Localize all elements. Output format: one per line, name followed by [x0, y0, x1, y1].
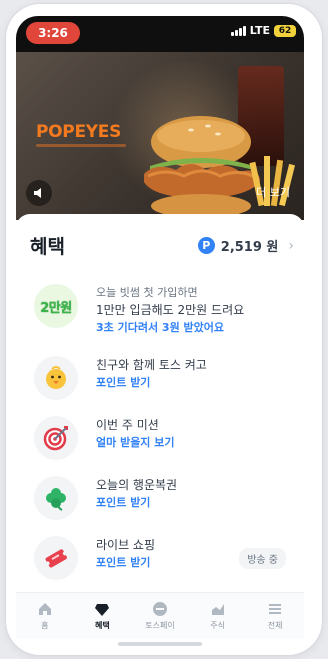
benefit-item-friends[interactable]: 친구와 함께 토스 켜고 포인트 받기 — [30, 350, 294, 406]
benefit-title: 이번 주 미션 — [96, 418, 159, 432]
benefit-subtitle: 3초 기다려서 3원 받았어요 — [96, 321, 224, 334]
clover-icon — [34, 476, 78, 520]
chicken-burger-image — [144, 116, 260, 218]
tab-label: 홈 — [41, 621, 49, 630]
brand-logo: POPEYES — [36, 122, 122, 142]
benefit-title: 오늘 빗썸 첫 가입하면 — [96, 286, 198, 299]
benefit-text: 오늘의 행운복권 포인트 받기 — [96, 476, 177, 512]
status-indicators: LTE 62 — [230, 24, 296, 37]
live-status-badge: 방송 중 — [239, 548, 286, 569]
chart-icon — [211, 604, 224, 615]
ticket-icon — [34, 536, 78, 580]
pay-icon — [152, 602, 167, 616]
section-title: 혜택 — [30, 236, 65, 258]
points-label: 2,519 원 — [220, 240, 279, 255]
brand-tagline-bar — [36, 144, 126, 147]
cash-2man-badge: 2만원 — [34, 284, 78, 328]
gem-icon — [95, 604, 110, 616]
benefit-title: 오늘의 행운복권 — [96, 478, 178, 492]
benefit-subtitle: 포인트 받기 — [96, 496, 151, 509]
benefit-item-live-shopping[interactable]: 라이브 쇼핑 포인트 받기 방송 중 — [30, 530, 294, 586]
benefit-title: 라이브 쇼핑 — [96, 538, 156, 552]
banner-more-button[interactable]: 더 보기 — [256, 184, 290, 200]
chick-icon — [34, 356, 78, 400]
benefit-line2: 1만만 입금해도 2만원 드려요 — [96, 303, 245, 317]
tab-label: 토스페이 — [145, 621, 175, 630]
status-time: 3:26 — [26, 22, 80, 44]
tab-label: 전체 — [267, 621, 283, 630]
home-icon — [38, 603, 51, 615]
benefit-text: 오늘 빗썸 첫 가입하면 1만만 입금해도 2만원 드려요 3초 기다려서 3원… — [96, 284, 244, 337]
benefit-subtitle: 포인트 받기 — [96, 376, 151, 389]
sound-toggle-button[interactable] — [26, 180, 52, 206]
ad-banner[interactable]: POPEYES 더 보기 — [16, 52, 304, 220]
tab-stocks[interactable]: 주식 — [192, 601, 244, 631]
benefits-sheet: 혜택 P 2,519 원 › 2만원 오늘 빗썸 첫 가입하면 1만만 입금해도… — [16, 214, 304, 594]
home-indicator — [118, 642, 202, 646]
tab-benefits[interactable]: 혜택 — [76, 601, 128, 631]
benefit-item-signup[interactable]: 2만원 오늘 빗썸 첫 가입하면 1만만 입금해도 2만원 드려요 3초 기다려… — [30, 278, 294, 340]
status-bar: 3:26 LTE 62 — [16, 16, 304, 52]
tab-label: 혜택 — [95, 621, 110, 630]
tab-tosspay[interactable]: 토스페이 — [134, 601, 186, 631]
network-type: LTE — [249, 24, 270, 37]
battery-icon: 62 — [274, 24, 296, 37]
tab-label: 주식 — [210, 621, 225, 630]
chevron-right-icon: › — [288, 237, 294, 254]
tab-all[interactable]: 전체 — [249, 601, 301, 631]
benefit-text: 이번 주 미션 얼마 받을지 보기 — [96, 416, 175, 452]
menu-icon — [269, 604, 282, 614]
benefit-item-mission[interactable]: 이번 주 미션 얼마 받을지 보기 — [30, 410, 294, 466]
signal-icon — [230, 25, 246, 36]
benefit-text: 친구와 함께 토스 켜고 포인트 받기 — [96, 356, 207, 392]
benefit-subtitle: 얼마 받을지 보기 — [96, 436, 175, 449]
badge-icon: 2만원 — [34, 284, 78, 328]
benefit-title: 친구와 함께 토스 켜고 — [96, 358, 207, 372]
benefit-text: 라이브 쇼핑 포인트 받기 — [96, 536, 155, 572]
tab-home[interactable]: 홈 — [19, 601, 71, 631]
bottom-tab-bar: 홈 혜택 토스페이 주식 전체 — [16, 592, 304, 639]
point-icon: P — [197, 237, 215, 254]
points-balance[interactable]: P 2,519 원 › — [197, 236, 294, 255]
speaker-icon — [34, 188, 41, 198]
benefit-subtitle: 포인트 받기 — [96, 556, 151, 569]
fries-image — [249, 156, 295, 207]
target-icon — [34, 416, 78, 460]
benefit-item-lottery[interactable]: 오늘의 행운복권 포인트 받기 — [30, 470, 294, 526]
